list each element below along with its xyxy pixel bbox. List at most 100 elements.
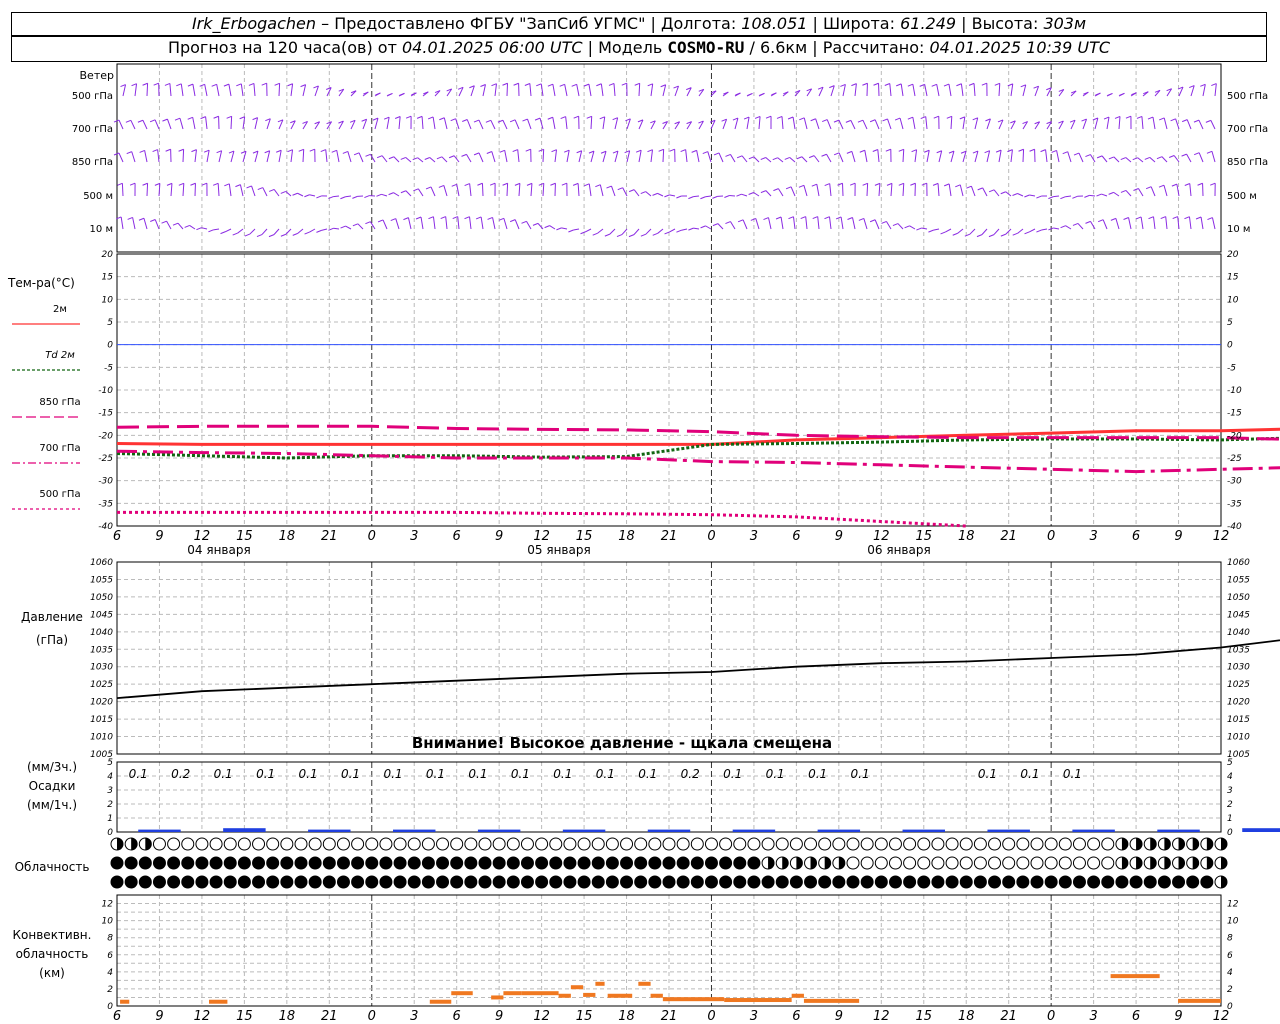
wind-barb [273,228,280,235]
wind-barb-feather [634,82,640,86]
wind-barb-feather [1207,217,1213,221]
convective-xtick-label: 0 [707,1009,715,1024]
temp-legend-label: 2м [53,304,67,315]
cloud-cover-fill [810,857,817,869]
wind-barb-feather [475,216,482,220]
pressure-ytick-left: 1055 [90,575,113,585]
wind-barb [1161,156,1168,163]
wind-level-label-left: 500 гПа [72,91,113,102]
wind-barb [863,218,868,230]
wind-barb [297,228,304,234]
cloud-cover-symbol [846,856,860,870]
wind-barb [790,186,796,197]
wind-barb [430,186,436,197]
wind-barb [1090,221,1096,230]
cloud-cover-symbol [1002,875,1016,889]
cloud-cover-symbol [294,875,308,889]
cloud-cover-symbol [747,875,761,889]
temp-xtick-label: 0 [1047,529,1055,544]
wind-barb [900,83,904,97]
wind-barb-feather [964,233,971,237]
wind-barb [959,184,964,197]
cloud-cover-symbol [1186,875,1200,889]
temp-xtick-label: 12 [1213,529,1230,544]
wind-barb-feather [153,82,159,86]
convective-xtick-label: 18 [958,1009,975,1024]
cloud-cover-symbol [973,875,987,889]
wind-barb [854,83,857,97]
wind-barb [780,216,784,230]
wind-barb-feather [810,118,816,122]
wind-barb-feather [1007,149,1013,153]
cloud-cover-fill [796,857,803,869]
wind-barb [566,150,570,163]
cloud-cover-symbol [747,837,761,851]
wind-barb [240,83,244,97]
pressure-ytick-left: 1020 [90,698,113,708]
wind-barb-feather [388,156,395,160]
wind-barb [154,119,160,130]
wind-barb [157,149,160,163]
wind-barb [518,183,521,197]
wind-barb [492,217,496,230]
wind-barb [718,152,724,163]
cloud-cover-symbol [988,856,1002,870]
cloud-cover-symbol [719,856,733,870]
wind-level-label-left: 700 гПа [72,124,113,135]
wind-barb-feather [1000,233,1007,237]
cloud-cover-symbol [846,837,860,851]
convective-xtick-label: 3 [1089,1009,1097,1024]
wind-barb [469,216,472,230]
cloud-cover-symbol [308,875,322,889]
wind-barb-feather [400,190,407,194]
wind-barb [1101,193,1108,197]
wind-barb [599,184,604,197]
wind-barb [613,83,616,97]
wind-barb [588,183,592,197]
wind-barb [981,228,988,235]
wind-barb-feather [208,229,214,233]
wind-barb-feather [652,192,658,196]
wind-barb-feather [712,223,719,227]
wind-barb [1125,157,1132,163]
temp-xtick-label: 6 [113,529,121,544]
wind-barb-feather [544,225,550,229]
wind-barb-feather [904,225,910,229]
wind-barb [912,117,916,130]
wind-barb-feather [201,182,208,186]
temp-xtick-label: 9 [1174,529,1182,544]
cloud-cover-symbol [959,875,973,889]
wind-barb [936,84,940,97]
cloud-cover-symbol [832,875,846,889]
wind-barb-feather [1181,153,1187,157]
wind-barb [899,117,904,130]
wind-barb [251,185,256,197]
wind-barb [829,183,832,197]
wind-barb-feather [1159,117,1165,121]
precip-value-label: 0.1 [723,767,742,781]
wind-barb [142,120,148,130]
wind-barb-feather [1018,148,1024,152]
wind-barb [565,116,568,130]
cloud-cover-symbol [1002,837,1016,851]
wind-barb-feather [773,188,779,192]
wind-barb-feather [882,118,888,122]
convective-ytick-left: 10 [102,917,114,927]
wind-barb [960,83,964,97]
precip-bar [1242,828,1280,832]
wind-barb [1210,120,1216,130]
convective-xtick-label: 15 [576,1009,593,1024]
cloud-cover-symbol [563,875,577,889]
convective-xtick-label: 15 [915,1009,932,1024]
cloud-cover-symbol [704,875,718,889]
temp-ytick-right: 20 [1227,250,1239,260]
wind-level-label-right: 500 м [1227,191,1257,202]
wind-barb-feather [750,218,757,221]
precip-bar [308,829,351,832]
wind-barb-feather [760,190,767,194]
wind-barb [445,216,448,230]
cloud-cover-symbol [280,875,294,889]
convective-segment [1110,974,1160,979]
wind-barb [309,194,316,197]
wind-barb [421,116,424,130]
